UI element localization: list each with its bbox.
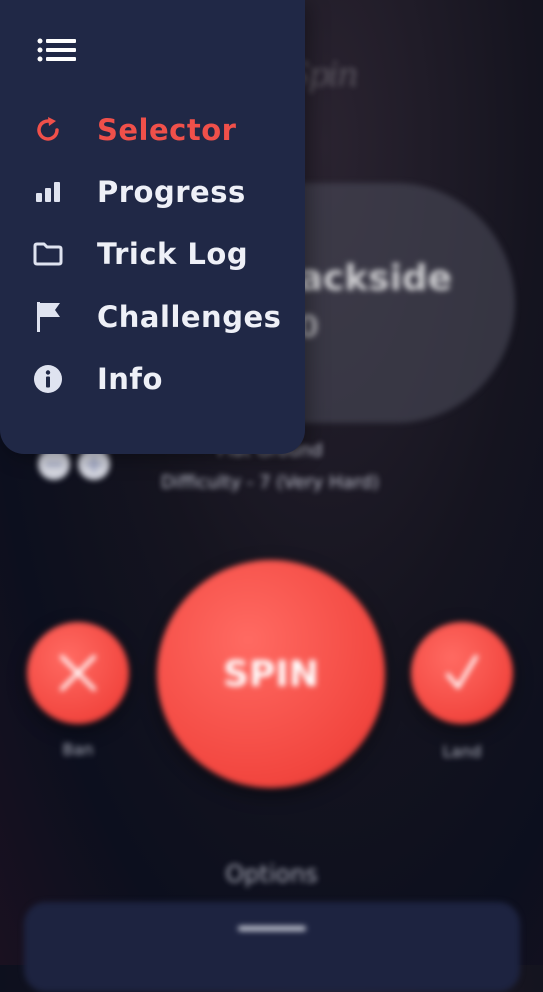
info-icon <box>30 361 66 397</box>
menu-item-label: Trick Log <box>97 237 249 271</box>
land-label: Land <box>442 742 482 761</box>
list-icon[interactable] <box>36 36 80 72</box>
menu-item-selector[interactable]: Selector <box>0 105 305 155</box>
flag-icon <box>30 299 66 335</box>
menu-item-challenges[interactable]: Challenges <box>0 292 305 342</box>
check-icon <box>446 655 478 689</box>
close-icon <box>60 655 96 691</box>
spin-button-label: SPIN <box>223 653 319 695</box>
ban-label: Ban <box>62 740 94 759</box>
navigation-menu: Selector Progress Trick Log Challenges I… <box>0 0 305 454</box>
options-label: Options <box>225 860 318 888</box>
menu-item-trick-log[interactable]: Trick Log <box>0 229 305 279</box>
menu-item-label: Progress <box>97 175 246 209</box>
sheet-drag-handle[interactable] <box>238 926 306 931</box>
options-sheet[interactable] <box>24 902 520 992</box>
menu-item-label: Selector <box>97 113 237 147</box>
land-button[interactable] <box>411 622 513 724</box>
spin-button[interactable]: SPIN <box>157 560 385 788</box>
menu-item-info[interactable]: Info <box>0 354 305 404</box>
menu-item-label: Info <box>97 362 163 396</box>
folder-icon <box>30 236 66 272</box>
refresh-icon <box>30 112 66 148</box>
menu-item-progress[interactable]: Progress <box>0 167 305 217</box>
ban-button[interactable] <box>27 622 129 724</box>
bar-chart-icon <box>30 174 66 210</box>
difficulty-label: Difficulty - 7 (Very Hard) <box>160 472 380 493</box>
menu-item-label: Challenges <box>97 300 282 334</box>
